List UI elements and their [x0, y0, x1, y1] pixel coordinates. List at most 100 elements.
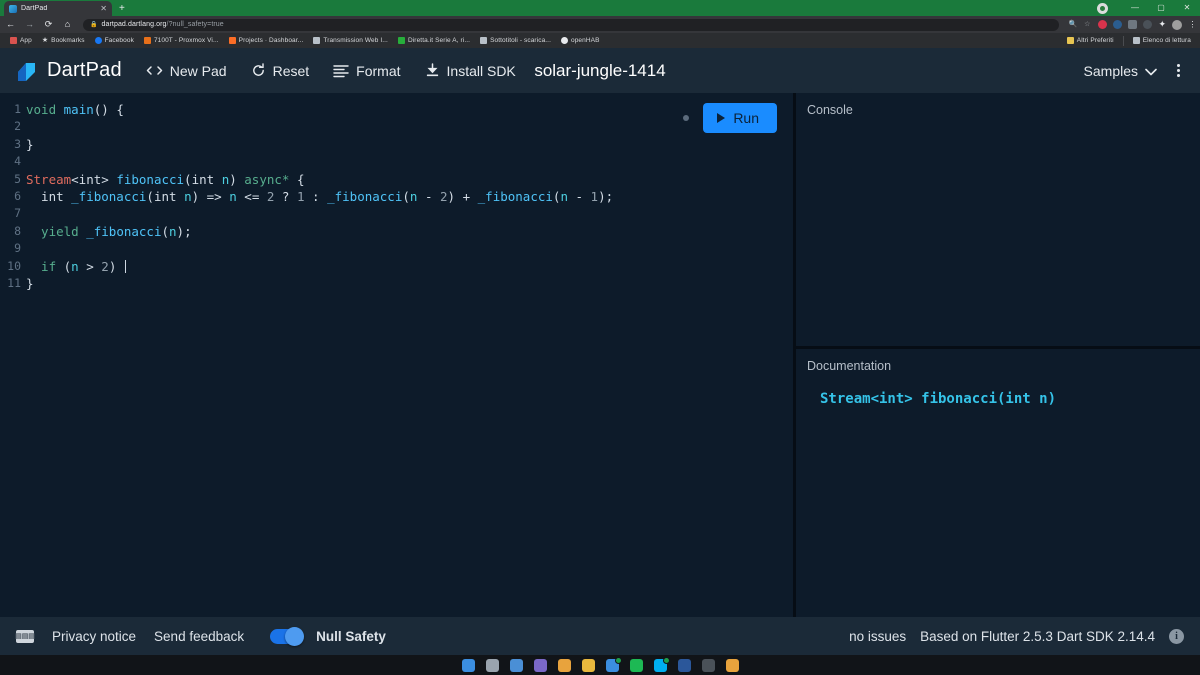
bookmark-other-favorites[interactable]: Altri Preferiti — [1062, 37, 1119, 44]
screenshot-extension-icon[interactable] — [1128, 20, 1138, 29]
console-panel[interactable]: Console — [796, 93, 1200, 346]
gitlab-icon — [228, 37, 236, 44]
code-line[interactable]: 1 void main() { — [0, 101, 793, 118]
new-pad-label: New Pad — [169, 62, 227, 79]
close-icon[interactable]: ✕ — [100, 4, 107, 13]
chevron-down-icon — [1145, 63, 1157, 79]
code-line[interactable]: 6 int _fibonacci(int n) => n <= 2 ? 1 : … — [0, 188, 793, 205]
widgets-icon[interactable] — [509, 658, 523, 672]
bookmark-projects[interactable]: Projects · Dashboar... — [224, 37, 309, 44]
facebook-icon — [94, 37, 102, 44]
steam-icon[interactable] — [701, 658, 715, 672]
null-safety-toggle[interactable] — [270, 626, 305, 646]
star-icon[interactable]: ☆ — [1084, 21, 1090, 28]
footer-right: no issues Based on Flutter 2.5.3 Dart SD… — [849, 628, 1184, 644]
documentation-signature: Stream<int> fibonacci(int n) — [820, 391, 1057, 407]
bookmark-proxmox[interactable]: 7100T - Proxmox Vi... — [139, 37, 224, 44]
bookmark-apps[interactable]: App — [5, 37, 37, 44]
line-number: 2 — [14, 119, 21, 134]
format-button[interactable]: Format — [333, 62, 401, 79]
star-icon: ★ — [41, 37, 49, 44]
minimize-button[interactable]: — — [1122, 0, 1148, 16]
word-icon[interactable] — [677, 658, 691, 672]
format-label: Format — [356, 62, 401, 79]
install-sdk-button[interactable]: Install SDK — [425, 63, 516, 79]
code-brackets-icon — [146, 64, 163, 77]
issues-status[interactable]: no issues — [849, 629, 906, 644]
chrome-browser-window: DartPad ✕ + — ▢ ✕ ← → ⟳ ⌂ 🔒 dartpad.dart… — [0, 0, 1200, 675]
code-editor-pane[interactable]: 1 void main() {2 3} 4 5 Stream<int> fibonacci… — [0, 93, 793, 617]
bookmark-sottotitoli[interactable]: Sottotitoli - scarica... — [475, 37, 556, 44]
mail-icon[interactable] — [605, 656, 622, 672]
dartpad-brand: DartPad — [16, 59, 122, 82]
browser-tab[interactable]: DartPad ✕ — [4, 1, 112, 16]
bookmark-openhab[interactable]: openHAB — [556, 37, 605, 44]
browser-toolbar: ← → ⟳ ⌂ 🔒 dartpad.dartlang.org/?null_saf… — [0, 16, 1200, 33]
new-tab-button[interactable]: + — [119, 4, 125, 14]
code-line[interactable]: 9 — [0, 240, 793, 257]
puzzle-extensions-icon[interactable]: ✦ — [1158, 20, 1166, 29]
code-line-text: Stream<int> fibonacci(int n) async* { — [26, 171, 305, 187]
run-button[interactable]: Run — [703, 103, 777, 133]
forward-button-icon[interactable]: → — [23, 20, 36, 29]
sublime-icon[interactable] — [725, 658, 739, 672]
code-line-text: if (n > 2) — [26, 258, 126, 274]
chrome-icon[interactable] — [557, 658, 571, 672]
bookmarks-bar: App ★ Bookmarks Facebook 7100T - Proxmox… — [0, 33, 1200, 48]
code-line[interactable]: 2 — [0, 118, 793, 135]
play-triangle-icon — [717, 113, 726, 123]
file-explorer-icon[interactable] — [581, 658, 595, 672]
spotify-icon[interactable] — [629, 658, 643, 672]
home-button-icon[interactable]: ⌂ — [61, 20, 74, 29]
code-line-text: yield _fibonacci(n); — [26, 223, 192, 239]
generic-extension-icon[interactable] — [1143, 20, 1153, 29]
documentation-panel[interactable]: Documentation Stream<int> fibonacci(int … — [796, 349, 1200, 617]
bookmark-transmission[interactable]: Transmission Web I... — [308, 37, 393, 44]
start-button-icon[interactable] — [461, 658, 475, 672]
zoom-icon[interactable]: 🔍 — [1068, 21, 1077, 28]
skype-icon[interactable] — [653, 656, 670, 672]
code-line[interactable]: 10 if (n > 2) — [0, 258, 793, 275]
bookmarks-bar-right: Altri Preferiti Elenco di lettura — [1062, 35, 1196, 46]
os-taskbar — [0, 655, 1200, 675]
bookmark-bookmarks[interactable]: ★ Bookmarks — [37, 37, 90, 44]
code-line[interactable]: 11} — [0, 275, 793, 292]
code-editor[interactable]: 1 void main() {2 3} 4 5 Stream<int> fibonacci… — [0, 93, 793, 292]
profile-avatar-icon[interactable] — [1172, 19, 1182, 30]
samples-dropdown[interactable]: Samples — [1084, 63, 1157, 79]
adblock-extension-icon[interactable] — [1098, 20, 1108, 29]
bookmark-facebook[interactable]: Facebook — [90, 37, 139, 44]
code-line[interactable]: 7 — [0, 205, 793, 222]
address-bar[interactable]: 🔒 dartpad.dartlang.org/?null_safety=true — [83, 18, 1060, 31]
task-view-icon[interactable] — [485, 658, 499, 672]
kebab-menu-icon[interactable]: ⋮ — [1188, 20, 1197, 29]
vertical-dots-icon[interactable] — [1173, 64, 1184, 77]
back-button-icon[interactable]: ← — [4, 20, 17, 29]
code-line[interactable]: 4 — [0, 153, 793, 170]
code-line[interactable]: 5 Stream<int> fibonacci(int n) async* { — [0, 171, 793, 188]
chat-teams-icon[interactable] — [533, 658, 547, 672]
code-line[interactable]: 3} — [0, 136, 793, 153]
send-feedback-link[interactable]: Send feedback — [154, 629, 244, 644]
notification-badge — [614, 656, 622, 664]
reload-button-icon[interactable]: ⟳ — [42, 20, 55, 29]
samples-label: Samples — [1083, 62, 1138, 79]
line-number: 7 — [14, 206, 21, 221]
brand-name: DartPad — [47, 59, 122, 81]
line-number: 8 — [14, 223, 21, 238]
bookmark-diretta[interactable]: Diretta.it Serie A, ri... — [393, 37, 475, 44]
privacy-notice-link[interactable]: Privacy notice — [52, 629, 136, 644]
profile-avatar-icon[interactable] — [1097, 2, 1108, 14]
info-icon[interactable]: i — [1169, 628, 1184, 644]
bookmark-reading-list[interactable]: Elenco di lettura — [1128, 37, 1196, 44]
lock-icon: 🔒 — [90, 21, 98, 28]
window-close-button[interactable]: ✕ — [1174, 0, 1200, 16]
dart-favicon-icon — [9, 4, 17, 13]
keyboard-shortcuts-icon[interactable]: ▤▤▤ — [15, 629, 35, 643]
new-pad-button[interactable]: New Pad — [146, 63, 227, 79]
maximize-button[interactable]: ▢ — [1148, 0, 1174, 16]
dartpad-footer: ▤▤▤ Privacy notice Send feedback Null Sa… — [0, 617, 1200, 655]
code-line[interactable]: 8 yield _fibonacci(n); — [0, 223, 793, 240]
darkreader-extension-icon[interactable] — [1113, 20, 1123, 29]
reset-button[interactable]: Reset — [251, 63, 309, 79]
